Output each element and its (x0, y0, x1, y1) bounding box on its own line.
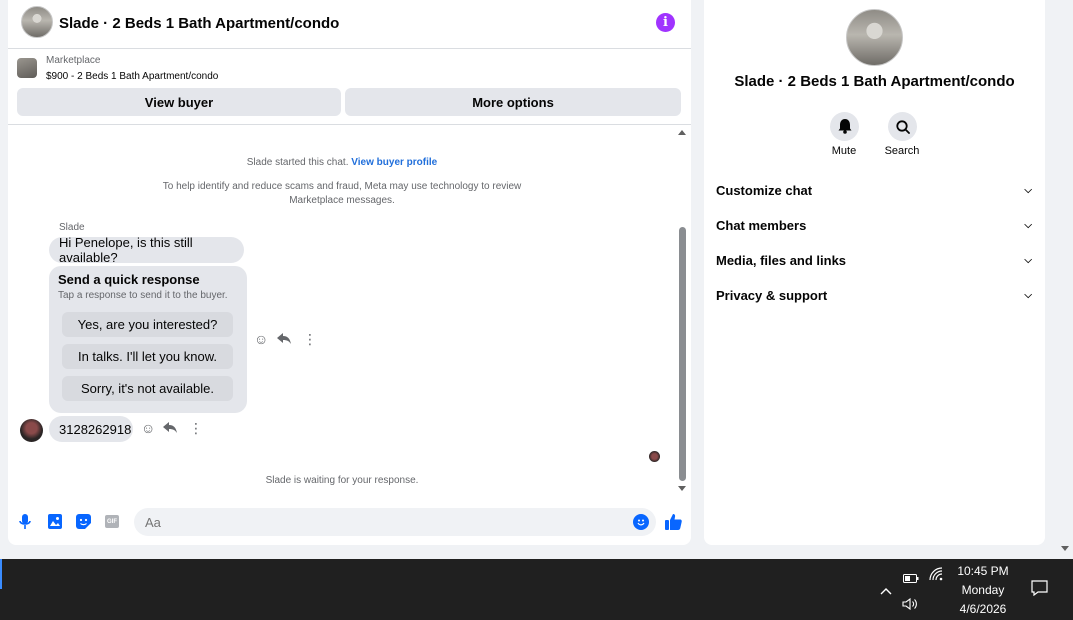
more-options-button[interactable]: More options (345, 88, 681, 116)
message-input[interactable] (143, 514, 627, 531)
chevron-down-icon: ⌵ (1024, 184, 1032, 196)
seen-avatar (649, 451, 660, 462)
scam-notice: To help identify and reduce scams and fr… (8, 180, 676, 208)
chat-started-notice: Slade started this chat. View buyer prof… (8, 157, 676, 168)
view-buyer-button[interactable]: View buyer (17, 88, 341, 116)
info-title: Slade · 2 Beds 1 Bath Apartment/condo (734, 73, 1015, 90)
quick-response-card: Send a quick response Tap a response to … (49, 266, 247, 413)
photo-icon[interactable] (48, 514, 62, 534)
clock-time[interactable]: 10:45 PM (950, 564, 1016, 578)
search-label: Search (884, 145, 920, 157)
mute-label: Mute (831, 145, 857, 157)
battery-icon[interactable] (903, 570, 919, 588)
taskbar: 10:45 PM Monday 4/6/2026 (0, 559, 1073, 620)
emoji-icon[interactable] (633, 514, 649, 530)
chat-title[interactable]: Slade · 2 Beds 1 Bath Apartment/condo (59, 15, 339, 32)
like-icon[interactable] (665, 513, 682, 535)
section-label: Media, files and links (716, 252, 847, 268)
chat-started-text: Slade started this chat. (246, 157, 349, 168)
clock-day[interactable]: Monday (950, 583, 1016, 597)
search-icon (895, 119, 910, 134)
waiting-notice: Slade is waiting for your response. (265, 475, 419, 486)
section-media-files-links[interactable]: Media, files and links ⌵ (716, 248, 1032, 272)
section-label: Privacy & support (716, 287, 828, 303)
chat-info-panel: Slade · 2 Beds 1 Bath Apartment/condo Mu… (704, 0, 1045, 545)
section-customize-chat[interactable]: Customize chat ⌵ (716, 178, 1032, 202)
message-bubble[interactable]: Hi Penelope, is this still available? (49, 235, 244, 265)
chat-panel: Slade · 2 Beds 1 Bath Apartment/condo i … (8, 0, 691, 545)
chevron-down-icon: ⌵ (1024, 219, 1032, 231)
section-label: Chat members (716, 217, 807, 233)
scroll-up-icon[interactable] (678, 130, 686, 135)
listing-summary[interactable]: $900 - 2 Beds 1 Bath Apartment/condo (46, 71, 218, 82)
taskbar-edge (0, 559, 2, 589)
mute-button[interactable] (830, 112, 859, 141)
microphone-icon[interactable] (19, 514, 31, 534)
notification-center-icon[interactable] (1031, 580, 1048, 601)
sticker-icon[interactable] (76, 514, 91, 534)
scam-notice-line1: To help identify and reduce scams and fr… (162, 181, 522, 192)
scam-notice-line2: Marketplace messages. (289, 195, 395, 206)
more-actions-icon[interactable]: ⋮ (189, 421, 203, 435)
bell-icon (838, 119, 851, 134)
scroll-thumb[interactable] (679, 227, 686, 481)
view-buyer-profile-link[interactable]: View buyer profile (351, 157, 437, 168)
reply-icon[interactable] (163, 421, 177, 436)
gif-icon[interactable]: GIF (105, 515, 119, 528)
message-bubble[interactable]: 3128262918 (49, 416, 133, 442)
sender-name: Slade (59, 222, 85, 233)
more-actions-icon[interactable]: ⋮ (303, 332, 317, 346)
section-privacy-support[interactable]: Privacy & support ⌵ (716, 283, 1032, 307)
chevron-up-icon[interactable] (880, 584, 892, 598)
react-icon[interactable]: ☺ (254, 332, 268, 346)
chevron-down-icon: ⌵ (1024, 289, 1032, 301)
chevron-down-icon: ⌵ (1024, 254, 1032, 266)
listing-avatar[interactable] (21, 6, 53, 38)
search-button[interactable] (888, 112, 917, 141)
listing-source: Marketplace (46, 55, 101, 66)
volume-icon[interactable] (902, 597, 918, 615)
sender-avatar[interactable] (20, 419, 43, 442)
clock-date[interactable]: 4/6/2026 (950, 602, 1016, 616)
reply-icon[interactable] (277, 332, 291, 347)
quick-response-subtitle: Tap a response to send it to the buyer. (58, 290, 228, 301)
scroll-down-icon[interactable] (678, 486, 686, 491)
listing-photo[interactable] (846, 9, 903, 66)
react-icon[interactable]: ☺ (141, 421, 155, 435)
info-icon[interactable]: i (656, 13, 675, 32)
wifi-icon[interactable] (929, 567, 943, 586)
quick-response-option[interactable]: Yes, are you interested? (62, 312, 233, 337)
quick-response-option[interactable]: Sorry, it's not available. (62, 376, 233, 401)
section-label: Customize chat (716, 182, 813, 198)
page-scroll-down-icon[interactable] (1061, 546, 1069, 551)
listing-thumbnail[interactable] (17, 58, 37, 78)
quick-response-title: Send a quick response (58, 272, 200, 287)
chat-header: Slade · 2 Beds 1 Bath Apartment/condo i (8, 0, 691, 49)
divider (8, 124, 691, 125)
section-chat-members[interactable]: Chat members ⌵ (716, 213, 1032, 237)
quick-response-option[interactable]: In talks. I'll let you know. (62, 344, 233, 369)
message-composer[interactable] (134, 508, 656, 536)
